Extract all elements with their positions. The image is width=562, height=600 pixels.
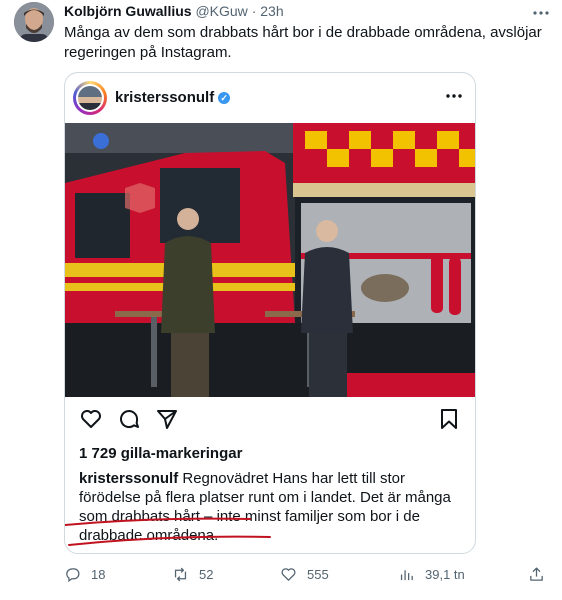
instagram-header: kristerssonulf ✓ <box>65 73 475 123</box>
upload-icon <box>530 567 543 581</box>
verified-badge-icon: ✓ <box>218 92 231 105</box>
instagram-actions <box>65 405 475 435</box>
reply-button[interactable]: 18 <box>64 566 105 583</box>
instagram-avatar[interactable] <box>73 81 107 115</box>
tweet: Kolbjörn Guwallius @KGuw · 23h Många av … <box>0 0 562 600</box>
tweet-actions: 18 52 555 39,1 tn <box>64 560 554 590</box>
bookmark-icon[interactable] <box>437 407 461 431</box>
like-button[interactable]: 555 <box>280 566 329 583</box>
comment-icon[interactable] <box>117 407 141 431</box>
like-icon <box>281 568 296 581</box>
reply-count: 18 <box>91 567 106 582</box>
retweet-button[interactable]: 52 <box>172 566 213 583</box>
instagram-embed[interactable]: kristerssonulf ✓ 1 729 gilla-markeringar… <box>64 72 476 554</box>
caption-username[interactable]: kristerssonulf <box>79 470 178 487</box>
instagram-more-icon[interactable] <box>445 87 463 110</box>
views-count: 39,1 tn <box>425 567 465 582</box>
like-count: 555 <box>307 567 329 582</box>
instagram-caption: kristerssonulf Regnovädret Hans har lett… <box>79 469 467 545</box>
retweet-count: 52 <box>199 567 214 582</box>
tweet-time[interactable]: 23h <box>260 3 283 19</box>
tweet-header: Kolbjörn Guwallius @KGuw · 23h <box>64 3 284 19</box>
heart-icon[interactable] <box>79 407 103 431</box>
views-icon <box>400 570 413 581</box>
tweet-text: Många av dem som drabbats hårt bor i de … <box>64 24 542 61</box>
author-name[interactable]: Kolbjörn Guwallius <box>64 3 192 19</box>
author-avatar[interactable] <box>14 2 54 42</box>
likes-count[interactable]: 1 729 gilla-markeringar <box>79 445 242 462</box>
views-button[interactable]: 39,1 tn <box>398 566 465 583</box>
reply-icon <box>66 568 80 583</box>
post-photo[interactable] <box>65 123 475 397</box>
author-handle[interactable]: @KGuw <box>195 3 247 19</box>
separator: · <box>251 3 257 19</box>
instagram-username[interactable]: kristerssonulf ✓ <box>115 89 231 106</box>
retweet-icon <box>174 567 187 582</box>
share-icon[interactable] <box>155 407 179 431</box>
share-tweet-button[interactable] <box>528 566 545 583</box>
